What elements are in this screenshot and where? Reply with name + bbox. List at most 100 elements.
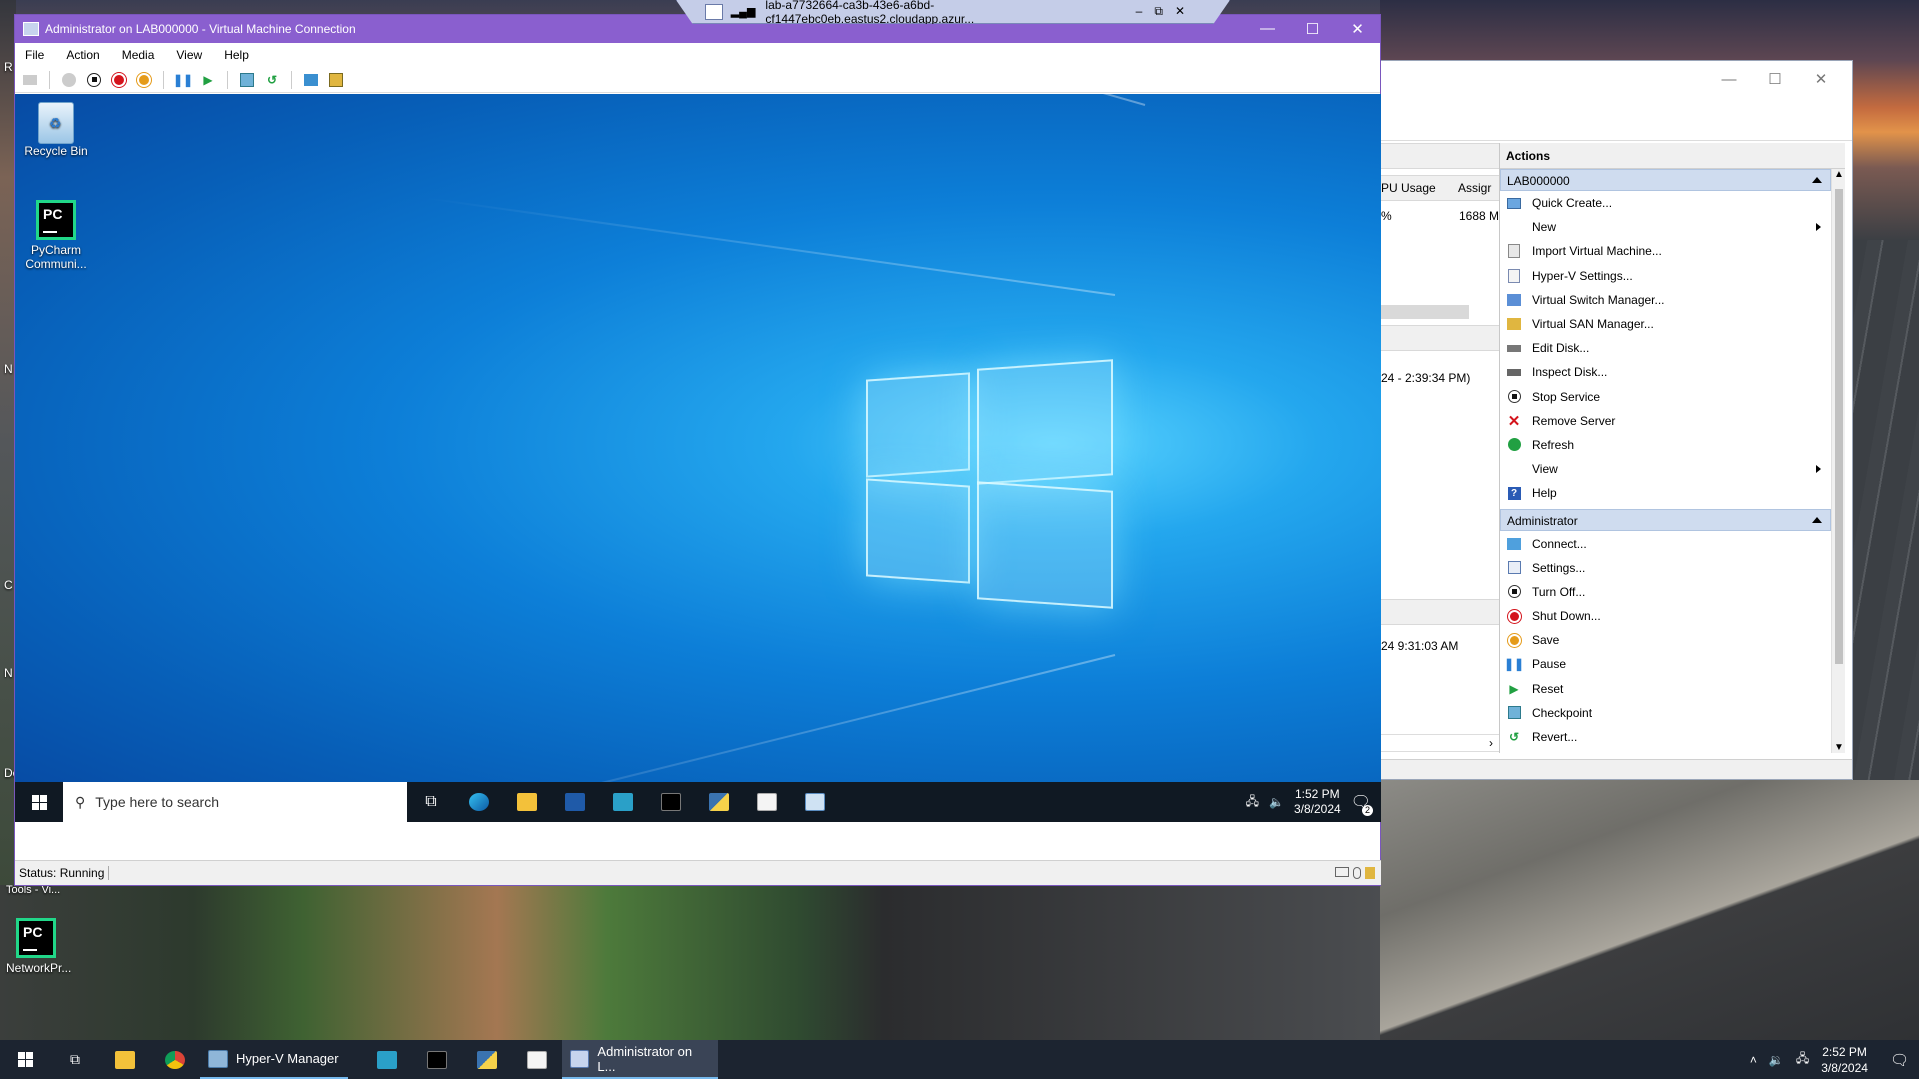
action-hyperv-settings[interactable]: Hyper-V Settings... (1500, 264, 1831, 288)
pin-icon[interactable] (705, 3, 723, 20)
action-virtual-san-manager[interactable]: Virtual SAN Manager... (1500, 312, 1831, 336)
desktop-icon-recycle-bin[interactable]: ♻ Recycle Bin (21, 102, 91, 158)
action-pause[interactable]: ❚❚ Pause (1500, 652, 1831, 676)
taskbar-edge[interactable] (455, 782, 503, 822)
close-button[interactable]: ✕ (1798, 70, 1844, 88)
horizontal-scrollbar[interactable] (1381, 305, 1469, 319)
volume-muted-icon[interactable]: 🔈 (1269, 795, 1284, 809)
taskbar-file-app[interactable] (743, 782, 791, 822)
network-icon[interactable]: 🖧 (1246, 792, 1259, 813)
menu-media[interactable]: Media (122, 48, 155, 62)
collapse-icon[interactable] (1812, 177, 1822, 183)
action-new[interactable]: New (1500, 215, 1831, 239)
taskbar-server-manager[interactable] (791, 782, 839, 822)
desktop-icon-pycharm[interactable]: PC PyCharm Communi... (21, 200, 91, 271)
host-taskbar-chrome[interactable] (150, 1040, 200, 1079)
section-header-administrator[interactable]: Administrator (1500, 509, 1831, 532)
chevron-right-icon[interactable]: › (1489, 736, 1493, 750)
ctrl-alt-del-icon[interactable] (21, 71, 39, 89)
taskbar-powershell[interactable] (551, 782, 599, 822)
search-box[interactable]: ⚲ Type here to search (63, 782, 407, 822)
chevron-up-icon[interactable]: ˄ (1750, 1053, 1757, 1067)
rdp-minimize-button[interactable]: – (1136, 4, 1143, 19)
vm-guest-desktop[interactable]: ♻ Recycle Bin PC PyCharm Communi... ⚲ Ty… (15, 94, 1381, 822)
host-taskbar-python[interactable] (462, 1040, 512, 1079)
guest-system-tray: 🖧 🔈 1:52 PM 3/8/2024 🗨 2 (1246, 787, 1381, 817)
scrollbar-thumb[interactable] (1835, 189, 1843, 664)
details-scroll[interactable]: › (1381, 734, 1499, 752)
action-connect[interactable]: Connect... (1500, 531, 1831, 555)
host-clock[interactable]: 2:52 PM 3/8/2024 (1821, 1044, 1868, 1076)
pause-icon[interactable]: ❚❚ (173, 71, 193, 89)
action-stop-service[interactable]: Stop Service (1500, 385, 1831, 409)
host-taskbar-terminal[interactable] (412, 1040, 462, 1079)
reset-icon[interactable]: ▶ (199, 71, 217, 89)
host-taskbar-document[interactable] (512, 1040, 562, 1079)
maximize-button[interactable]: ☐ (1290, 20, 1335, 38)
remote-connection-bar[interactable]: ▂▄▆ lab-a7732664-ca3b-43e6-a6bd-cf1447eb… (676, 0, 1230, 24)
action-revert[interactable]: ↺ Revert... (1500, 725, 1831, 749)
column-header-cpu[interactable]: PU Usage (1381, 181, 1436, 195)
start-icon[interactable] (60, 71, 78, 89)
action-remove-server[interactable]: ✕ Remove Server (1500, 409, 1831, 433)
task-view-button[interactable]: ⧉ (407, 782, 455, 822)
close-button[interactable]: ✕ (1335, 20, 1380, 38)
action-shut-down[interactable]: Shut Down... (1500, 604, 1831, 628)
action-view[interactable]: View (1500, 457, 1831, 481)
host-taskbar-powershell[interactable] (362, 1040, 412, 1079)
menu-help[interactable]: Help (224, 48, 249, 62)
scroll-up-icon[interactable]: ▲ (1834, 169, 1844, 180)
action-refresh[interactable]: Refresh (1500, 433, 1831, 457)
host-task-view-button[interactable]: ⧉ (50, 1040, 100, 1079)
checkpoint-icon[interactable] (238, 71, 256, 89)
enhanced-session-icon[interactable] (302, 71, 320, 89)
action-help[interactable]: ? Help (1500, 481, 1831, 505)
action-edit-disk[interactable]: Edit Disk... (1500, 336, 1831, 360)
notification-center-icon[interactable]: 🗨 (1890, 1051, 1909, 1069)
action-checkpoint[interactable]: Checkpoint (1500, 701, 1831, 725)
maximize-button[interactable]: ☐ (1752, 70, 1798, 88)
section-header-lab000000[interactable]: LAB000000 (1500, 169, 1831, 191)
guest-clock[interactable]: 1:52 PM 3/8/2024 (1294, 787, 1341, 817)
rdp-restore-button[interactable]: ⧉ (1154, 4, 1163, 19)
host-taskbar-vm-connection[interactable]: Administrator on L... (562, 1040, 718, 1079)
network-icon[interactable]: 🖧 (1796, 1049, 1809, 1070)
host-start-button[interactable] (0, 1040, 50, 1079)
action-inspect-disk[interactable]: Inspect Disk... (1500, 360, 1831, 384)
action-settings[interactable]: Settings... (1500, 556, 1831, 580)
notification-center-icon[interactable]: 🗨 2 (1351, 792, 1373, 816)
taskbar-python[interactable] (695, 782, 743, 822)
revert-icon[interactable]: ↺ (263, 71, 281, 89)
action-virtual-switch-manager[interactable]: Virtual Switch Manager... (1500, 288, 1831, 312)
action-import-vm[interactable]: Import Virtual Machine... (1500, 239, 1831, 263)
action-save[interactable]: Save (1500, 628, 1831, 652)
scroll-down-icon[interactable]: ▼ (1834, 742, 1844, 753)
minimize-button[interactable]: — (1245, 20, 1290, 38)
taskbar-terminal[interactable] (647, 782, 695, 822)
collapse-icon[interactable] (1812, 517, 1822, 524)
action-turn-off[interactable]: Turn Off... (1500, 580, 1831, 604)
rdp-close-button[interactable]: ✕ (1175, 4, 1185, 19)
menu-action[interactable]: Action (66, 48, 99, 62)
hyperv-manager-window: — ☐ ✕ PU Usage Assigr % 1688 M 24 - 2:39… (1380, 60, 1853, 780)
action-quick-create[interactable]: Quick Create... (1500, 191, 1831, 215)
menu-view[interactable]: View (176, 48, 202, 62)
host-taskbar-file-explorer[interactable] (100, 1040, 150, 1079)
action-reset[interactable]: ▶ Reset (1500, 677, 1831, 701)
share-icon[interactable] (327, 71, 345, 89)
start-button[interactable] (15, 782, 63, 822)
minimize-button[interactable]: — (1706, 71, 1752, 88)
taskbar-powershell-ise[interactable] (599, 782, 647, 822)
submenu-arrow-icon (1816, 465, 1821, 474)
save-icon[interactable] (135, 71, 153, 89)
shut-down-icon[interactable] (110, 71, 128, 89)
host-taskbar-hyperv-manager[interactable]: Hyper-V Manager (200, 1040, 348, 1079)
volume-icon[interactable]: 🔉 (1769, 1053, 1784, 1067)
turn-off-icon[interactable] (85, 71, 103, 89)
taskbar-file-explorer[interactable] (503, 782, 551, 822)
actions-scrollbar[interactable]: ▲ ▼ (1831, 169, 1845, 753)
menu-file[interactable]: File (25, 48, 44, 62)
desktop-icon-networkpr[interactable]: PC NetworkPr... (6, 918, 71, 975)
column-header-assigned[interactable]: Assigr (1458, 181, 1491, 195)
notification-count: 2 (1362, 805, 1373, 816)
